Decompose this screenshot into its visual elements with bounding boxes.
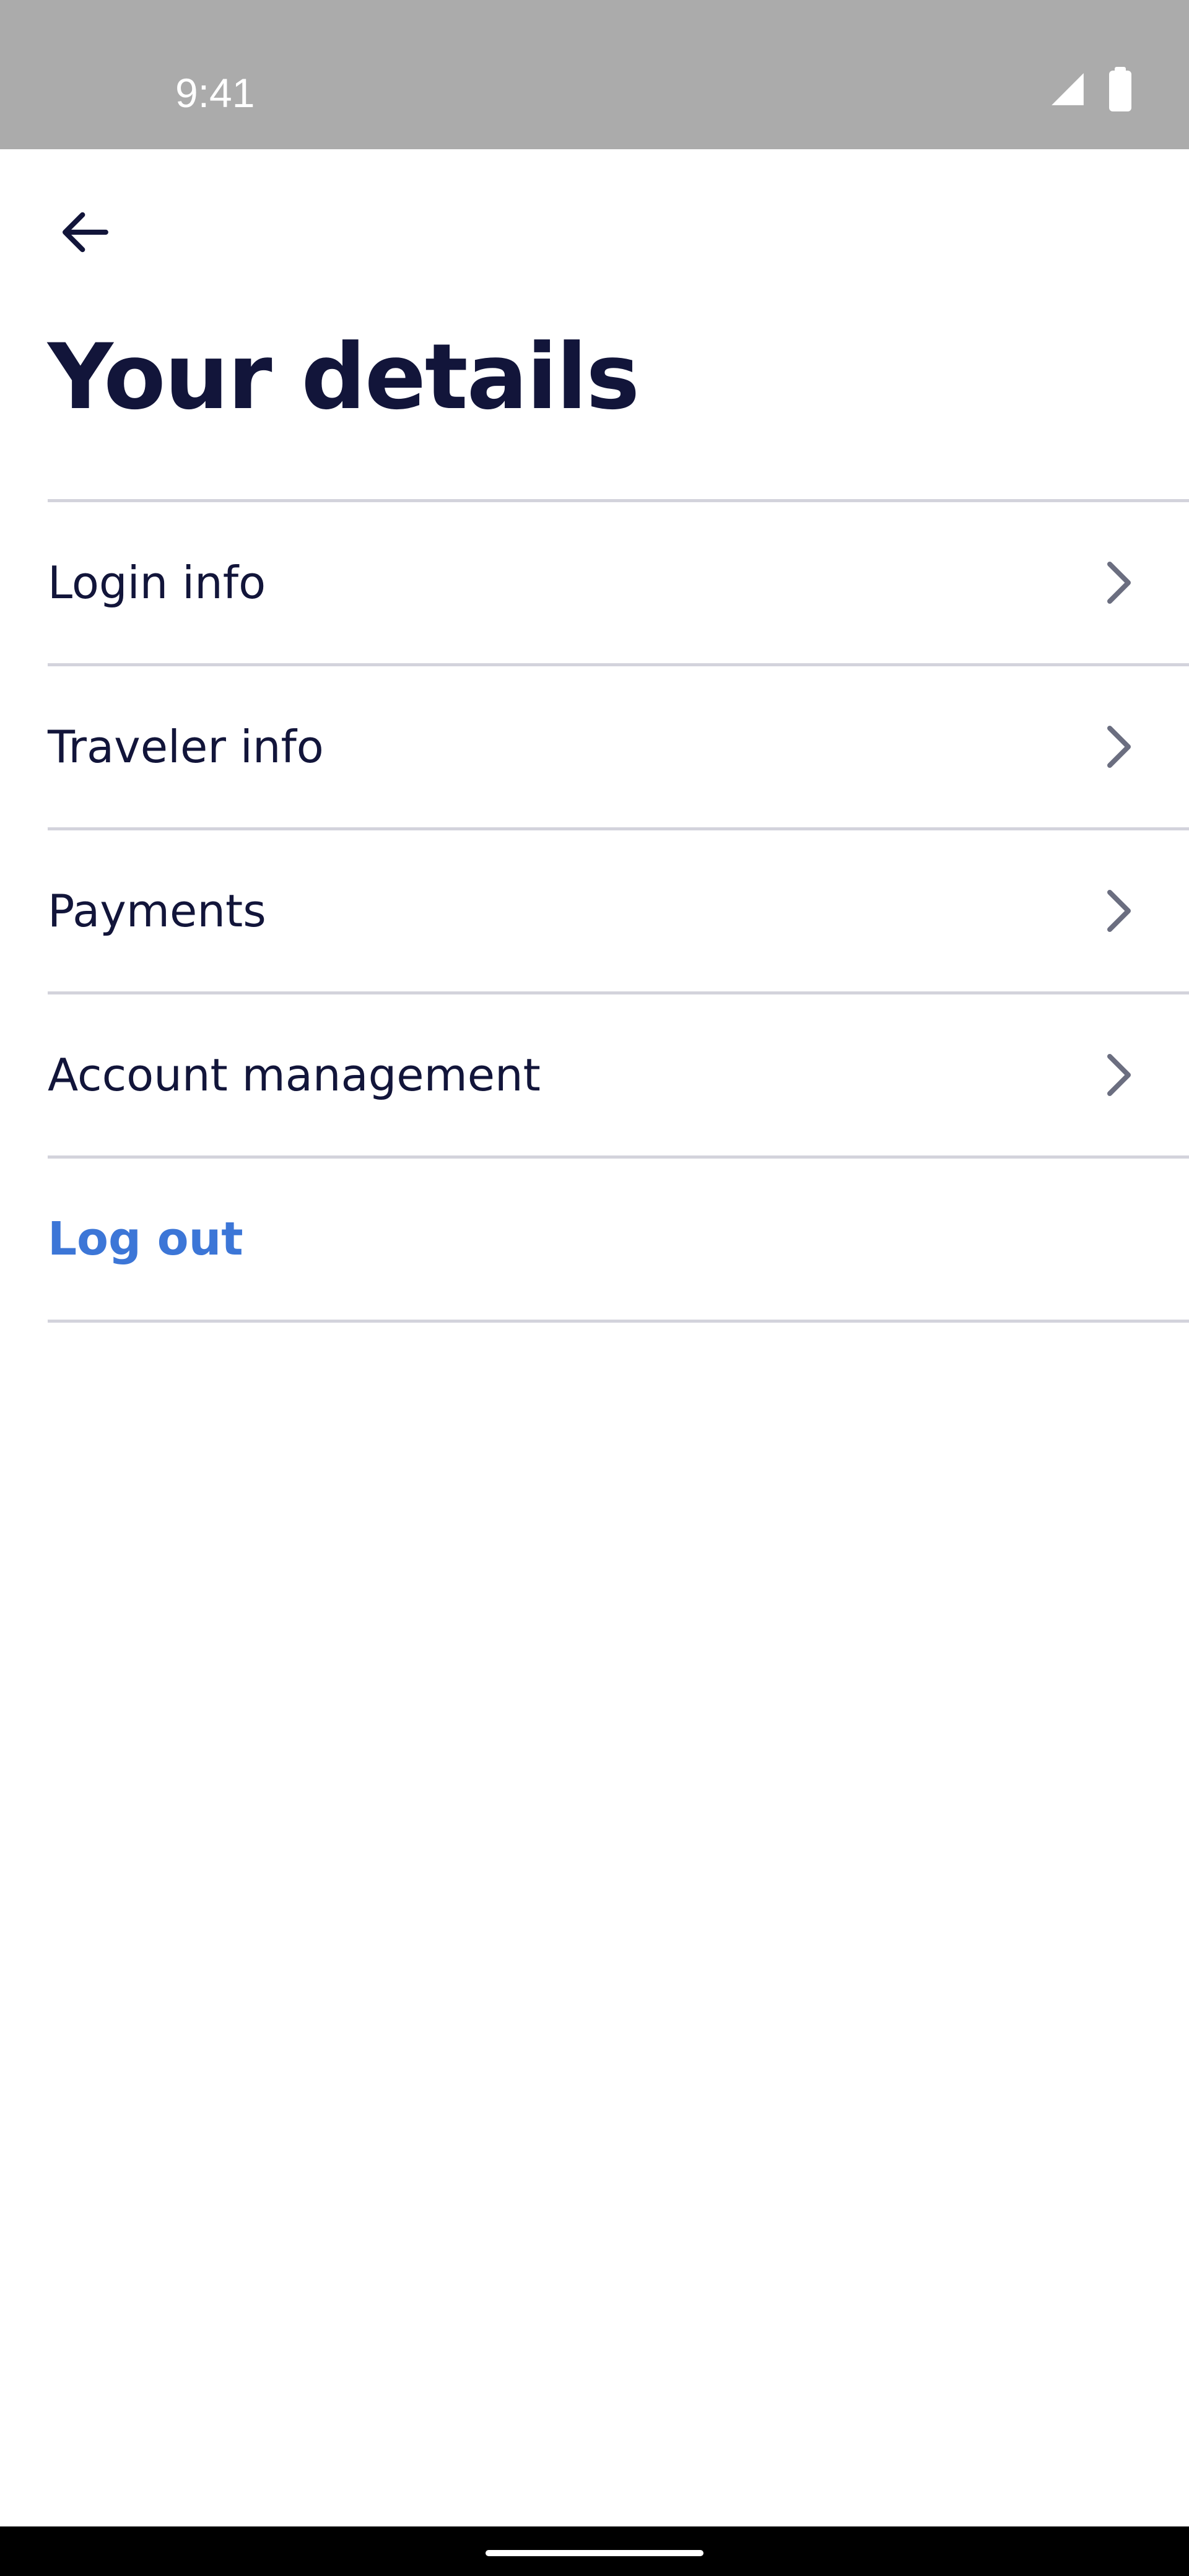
chevron-right-icon (1107, 562, 1131, 604)
page-title: Your details (48, 324, 640, 430)
status-icons (1048, 67, 1135, 111)
status-time: 9:41 (175, 70, 255, 116)
details-menu: Login info Traveler info Payments Accoun… (48, 499, 1189, 1323)
logout-label: Log out (48, 1212, 243, 1266)
chevron-right-icon (1107, 890, 1131, 932)
menu-item-traveler-info[interactable]: Traveler info (48, 666, 1189, 830)
system-nav-bar (0, 2526, 1189, 2576)
cellular-signal-icon (1052, 73, 1084, 105)
battery-icon (1109, 67, 1131, 111)
menu-item-payments[interactable]: Payments (48, 830, 1189, 994)
chevron-right-icon (1107, 726, 1131, 768)
menu-item-label: Login info (48, 557, 266, 609)
menu-item-label: Traveler info (48, 721, 324, 773)
menu-item-label: Account management (48, 1049, 541, 1101)
home-indicator[interactable] (486, 2550, 703, 2556)
status-bar: 9:41 (0, 0, 1189, 149)
menu-item-login-info[interactable]: Login info (48, 502, 1189, 666)
chevron-right-icon (1107, 1054, 1131, 1096)
logout-button[interactable]: Log out (48, 1159, 1189, 1323)
menu-item-label: Payments (48, 885, 266, 937)
back-button[interactable] (45, 192, 125, 272)
menu-item-account-management[interactable]: Account management (48, 994, 1189, 1159)
arrow-left-icon (63, 212, 108, 253)
